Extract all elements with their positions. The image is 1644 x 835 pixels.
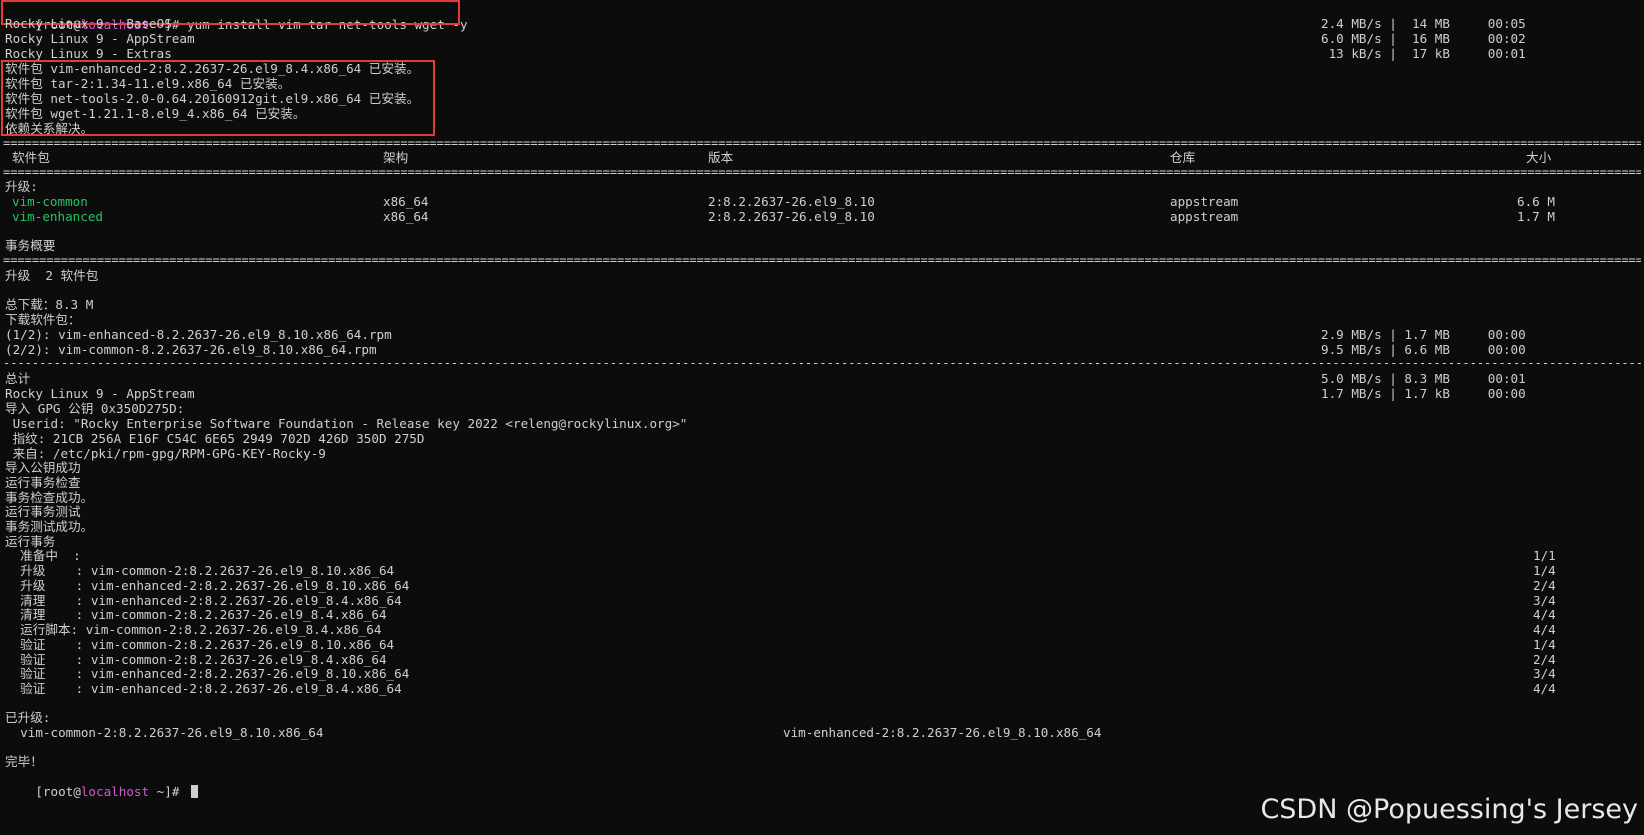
step-count: 4/4 — [1533, 681, 1556, 696]
step-line: 验证 : vim-enhanced-2:8.2.2637-26.el9_8.10… — [5, 666, 410, 681]
installed-highlight-box — [1, 60, 435, 136]
prompt-user: [root@ — [35, 784, 81, 799]
step-line: 清理 : vim-common-2:8.2.2637-26.el9_8.4.x8… — [5, 607, 387, 622]
step-count: 2/4 — [1533, 652, 1556, 667]
col-header-size: 大小 — [1526, 150, 1552, 165]
transaction-line: 导入公钥成功 — [5, 460, 81, 475]
terminal-cursor[interactable] — [191, 785, 199, 798]
repo-stats: 6.0 MB/s | 16 MB 00:02 — [1321, 31, 1526, 46]
step-line: 清理 : vim-enhanced-2:8.2.2637-26.el9_8.4.… — [5, 593, 402, 608]
rule-double: ========================================… — [3, 138, 1641, 148]
step-line: 验证 : vim-common-2:8.2.2637-26.el9_8.10.x… — [5, 637, 395, 652]
transaction-line: 事务检查成功。 — [5, 490, 94, 505]
table-row-package: vim-common — [12, 194, 88, 209]
upgraded-package: vim-enhanced-2:8.2.2637-26.el9_8.10.x86_… — [783, 725, 1102, 740]
table-row-version: 2:8.2.2637-26.el9_8.10 — [708, 194, 875, 209]
step-count: 4/4 — [1533, 622, 1556, 637]
repo-name: Rocky Linux 9 - BaseOS — [5, 16, 172, 31]
step-line: 准备中 : — [5, 548, 81, 563]
gpg-line: 来自: /etc/pki/rpm-gpg/RPM-GPG-KEY-Rocky-9 — [5, 446, 326, 461]
table-row-package: vim-enhanced — [12, 209, 103, 224]
transaction-line: 运行事务 — [5, 534, 56, 549]
table-row-arch: x86_64 — [383, 194, 429, 209]
download-line: (2/2): vim-common-8.2.2637-26.el9_8.10.x… — [5, 342, 377, 357]
step-line: 验证 : vim-common-2:8.2.2637-26.el9_8.4.x8… — [5, 652, 387, 667]
appstream-line: Rocky Linux 9 - AppStream — [5, 386, 195, 401]
step-count: 3/4 — [1533, 666, 1556, 681]
upgraded-package: vim-common-2:8.2.2637-26.el9_8.10.x86_64 — [5, 725, 324, 740]
step-count: 4/4 — [1533, 607, 1556, 622]
col-header-package: 软件包 — [12, 150, 50, 165]
table-row-repo: appstream — [1170, 194, 1239, 209]
repo-stats: 2.4 MB/s | 14 MB 00:05 — [1321, 16, 1526, 31]
table-row-arch: x86_64 — [383, 209, 429, 224]
step-count: 2/4 — [1533, 578, 1556, 593]
step-count: 1/4 — [1533, 563, 1556, 578]
step-count: 1/1 — [1533, 548, 1556, 563]
transaction-line: 运行事务检查 — [5, 475, 81, 490]
download-stats: 2.9 MB/s | 1.7 MB 00:00 — [1321, 327, 1526, 342]
upgraded-label: 已升级: — [5, 710, 51, 725]
step-line: 验证 : vim-enhanced-2:8.2.2637-26.el9_8.4.… — [5, 681, 402, 696]
step-line: 升级 : vim-common-2:8.2.2637-26.el9_8.10.x… — [5, 563, 395, 578]
transaction-line: 事务测试成功。 — [5, 519, 94, 534]
col-header-repo: 仓库 — [1170, 150, 1196, 165]
prompt-host: localhost — [80, 784, 150, 799]
table-row-repo: appstream — [1170, 209, 1239, 224]
step-count: 1/4 — [1533, 637, 1556, 652]
downloading-label: 下载软件包： — [5, 312, 81, 327]
step-line: 升级 : vim-enhanced-2:8.2.2637-26.el9_8.10… — [5, 578, 410, 593]
total-download: 总下载：8.3 M — [5, 297, 94, 312]
rule-double: ========================================… — [3, 167, 1641, 177]
repo-name: Rocky Linux 9 - AppStream — [5, 31, 195, 46]
summary-title: 事务概要 — [5, 238, 56, 253]
total-label: 总计 — [5, 371, 31, 386]
final-prompt[interactable]: [root@localhost ~]# — [5, 769, 199, 799]
prompt-path: ~]# — [149, 784, 188, 799]
total-stats: 5.0 MB/s | 8.3 MB 00:01 — [1321, 371, 1526, 386]
rule-dash: ----------------------------------------… — [3, 358, 1641, 368]
col-header-version: 版本 — [708, 150, 734, 165]
summary-upgrade: 升级 2 软件包 — [5, 268, 99, 283]
gpg-line: 指纹: 21CB 256A E16F C54C 6E65 2949 702D 4… — [5, 431, 425, 446]
download-stats: 9.5 MB/s | 6.6 MB 00:00 — [1321, 342, 1526, 357]
rule-double: ========================================… — [3, 255, 1641, 265]
step-line: 运行脚本: vim-common-2:8.2.2637-26.el9_8.4.x… — [5, 622, 382, 637]
watermark: CSDN @Popuessing's Jersey — [1260, 794, 1638, 825]
gpg-line: 导入 GPG 公钥 0x350D275D: — [5, 401, 185, 416]
table-row-size: 1.7 M — [1517, 209, 1555, 224]
col-header-arch: 架构 — [383, 150, 409, 165]
appstream-stats: 1.7 MB/s | 1.7 kB 00:00 — [1321, 386, 1526, 401]
table-row-size: 6.6 M — [1517, 194, 1555, 209]
gpg-line: Userid: "Rocky Enterprise Software Found… — [5, 416, 688, 431]
terminal-window[interactable]: [root@localhost ~]# yum install vim tar … — [0, 0, 1644, 835]
table-row-version: 2:8.2.2637-26.el9_8.10 — [708, 209, 875, 224]
section-upgrade-label: 升级: — [5, 179, 38, 194]
repo-stats: 13 kB/s | 17 kB 00:01 — [1321, 46, 1526, 61]
transaction-line: 运行事务测试 — [5, 504, 81, 519]
download-line: (1/2): vim-enhanced-8.2.2637-26.el9_8.10… — [5, 327, 392, 342]
done-message: 完毕！ — [5, 754, 43, 769]
repo-name: Rocky Linux 9 - Extras — [5, 46, 172, 61]
step-count: 3/4 — [1533, 593, 1556, 608]
